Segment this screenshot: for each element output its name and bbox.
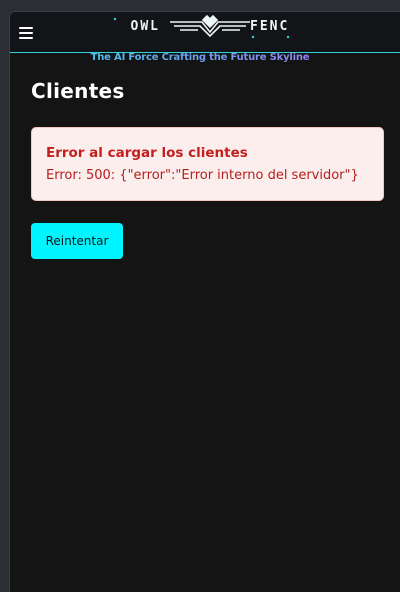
error-message: Error: 500: {"error":"Error interno del … — [46, 168, 359, 183]
error-alert: Error al cargar los clientes Error: 500:… — [31, 127, 384, 201]
error-title: Error al cargar los clientes — [46, 145, 248, 161]
main-content: Clientes Error al cargar los clientes Er… — [9, 11, 400, 585]
page-title: Clientes — [31, 79, 125, 103]
retry-button[interactable]: Reintentar — [31, 223, 123, 259]
